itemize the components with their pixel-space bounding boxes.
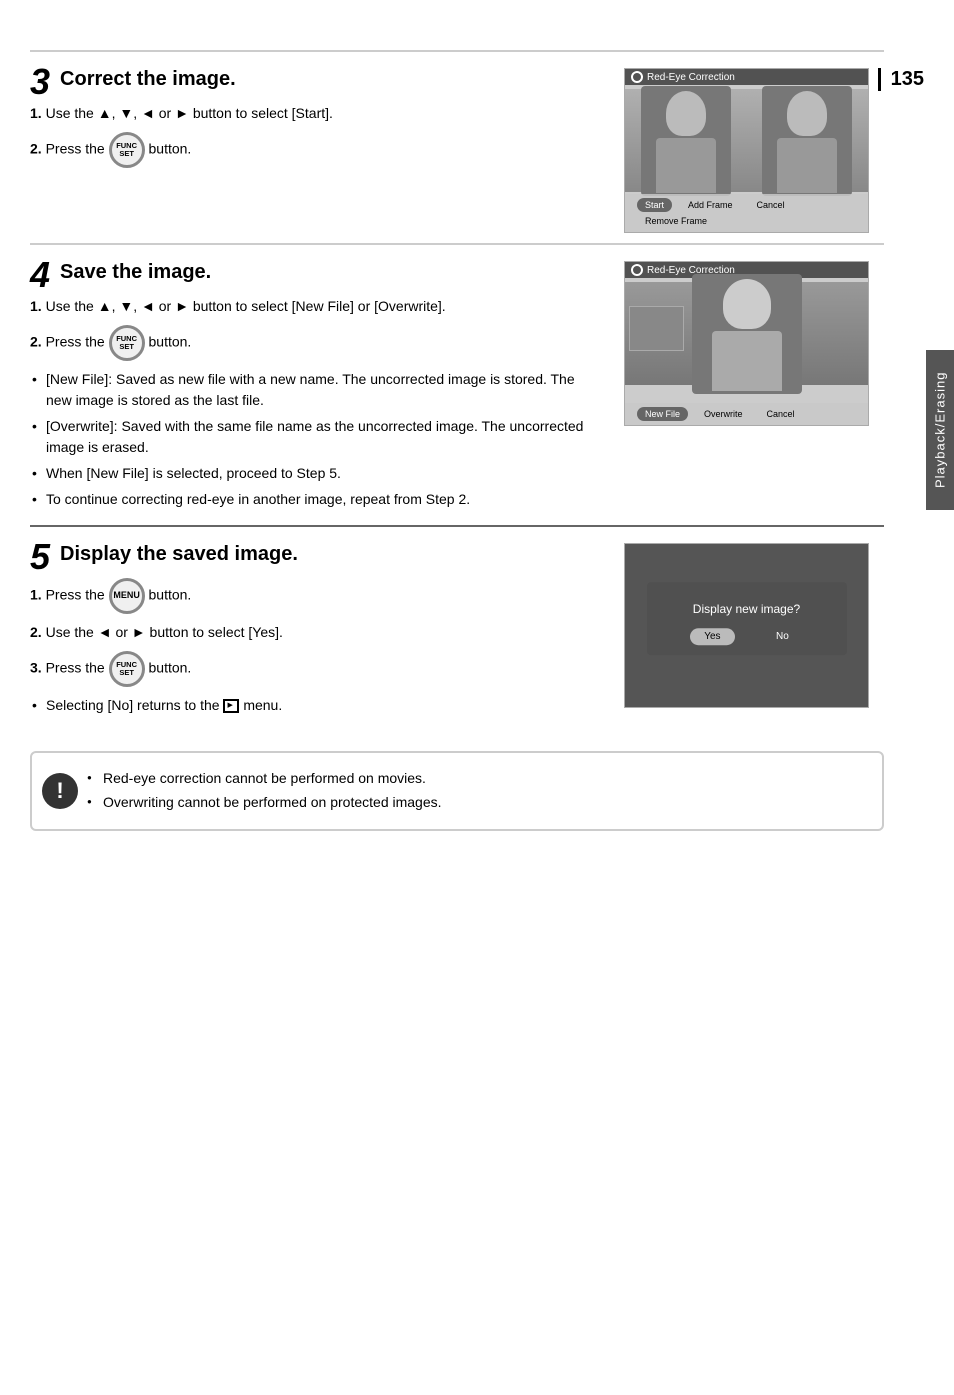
btn-add-frame: Add Frame — [680, 198, 741, 212]
step4-bullet3: When [New File] is selected, proceed to … — [30, 463, 604, 484]
btn-overwrite: Overwrite — [696, 407, 751, 421]
func-btn-inner-3: FUNC SET — [116, 661, 137, 678]
step3-left: 3 Correct the image. 1. Use the ▲, ▼, ◄ … — [30, 68, 624, 233]
or-label-2: or — [159, 298, 171, 314]
step5-content: 1. Press the MENU button. 2. Use the ◄ o… — [30, 578, 604, 716]
step4-photo-area — [625, 282, 868, 385]
step4-screen: Red-Eye Correction New File Overwrite Ca — [624, 261, 869, 426]
step4-title: Save the image. — [60, 261, 604, 284]
step4-thumb — [629, 306, 684, 351]
step4-content: 1. Use the ▲, ▼, ◄ or ► button to select… — [30, 296, 604, 510]
side-tab: Playback/Erasing — [926, 350, 954, 510]
step4-item1: 1. Use the ▲, ▼, ◄ or ► button to select… — [30, 296, 604, 317]
notice-box: ! Red-eye correction cannot be performed… — [30, 751, 884, 831]
func-set-button-3: FUNC SET — [109, 651, 145, 687]
step4-item1-num: 1. — [30, 298, 42, 314]
func-set-button-2: FUNC SET — [109, 325, 145, 361]
step3-item2: 2. Press the FUNC SET button. — [30, 132, 604, 168]
red-eye-icon-1 — [631, 71, 643, 83]
or-label-1: or — [159, 105, 171, 121]
step4-number: 4 — [30, 257, 50, 293]
btn-no: No — [762, 628, 803, 645]
step4-bullet1: [New File]: Saved as new file with a new… — [30, 369, 604, 411]
btn-cancel-1: Cancel — [749, 198, 793, 212]
step3-title: Correct the image. — [60, 68, 604, 91]
btn-cancel-2: Cancel — [759, 407, 803, 421]
btn-new-file: New File — [637, 407, 688, 421]
step3-right: Red-Eye Correction St — [624, 68, 884, 233]
step3-number: 3 — [30, 64, 50, 100]
step5-number: 5 — [30, 539, 50, 575]
menu-button: MENU — [109, 578, 145, 614]
step4-bullet2: [Overwrite]: Saved with the same file na… — [30, 416, 604, 458]
main-content: 3 Correct the image. 1. Use the ▲, ▼, ◄ … — [30, 50, 884, 831]
step3-screen-buttons: Start Add Frame Cancel Remove Frame — [625, 194, 868, 232]
notice-item-1: Red-eye correction cannot be performed o… — [87, 767, 862, 791]
step5-section: 5 Display the saved image. 1. Press the … — [30, 525, 884, 731]
step3-photo-area — [625, 89, 868, 192]
head-right-2 — [723, 279, 771, 329]
step4-screen-buttons: New File Overwrite Cancel — [625, 403, 868, 425]
red-eye-icon-2 — [631, 264, 643, 276]
func-set-button-1: FUNC SET — [109, 132, 145, 168]
head-left-1 — [666, 91, 706, 136]
body-left-1 — [656, 138, 716, 193]
body-right-1 — [777, 138, 837, 193]
step5-item3-num: 3. — [30, 660, 42, 676]
step5-item3: 3. Press the FUNC SET button. — [30, 651, 604, 687]
step4-left: 4 Save the image. 1. Use the ▲, ▼, ◄ or … — [30, 261, 624, 515]
func-btn-inner-1: FUNC SET — [116, 142, 137, 159]
step3-item1: 1. Use the ▲, ▼, ◄ or ► button to select… — [30, 103, 604, 124]
step5-item2-num: 2. — [30, 624, 42, 640]
step3-screen: Red-Eye Correction St — [624, 68, 869, 233]
step5-left: 5 Display the saved image. 1. Press the … — [30, 543, 624, 721]
step5-screen-buttons: Yes No — [677, 628, 817, 645]
step5-dialog: Display new image? Yes No — [647, 582, 847, 655]
notice-item-2: Overwriting cannot be performed on prote… — [87, 791, 862, 815]
step3-item2-num: 2. — [30, 141, 42, 157]
step4-section: 4 Save the image. 1. Use the ▲, ▼, ◄ or … — [30, 243, 884, 525]
person-left-1 — [641, 86, 731, 196]
step4-header: 4 Save the image. — [30, 261, 604, 284]
step3-item1-num: 1. — [30, 105, 42, 121]
body-right-2 — [712, 331, 782, 391]
playback-icon — [223, 699, 239, 713]
notice-icon: ! — [42, 773, 78, 809]
step4-right: Red-Eye Correction New File Overwrite Ca — [624, 261, 884, 515]
step4-item2-num: 2. — [30, 334, 42, 350]
btn-remove-frame: Remove Frame — [637, 214, 715, 228]
btn-start: Start — [637, 198, 672, 212]
step5-item2: 2. Use the ◄ or ► button to select [Yes]… — [30, 622, 604, 643]
or-label-3: or — [115, 624, 127, 640]
step3-screen-header: Red-Eye Correction — [625, 69, 868, 85]
page-number: 135 — [878, 68, 924, 91]
step5-item1: 1. Press the MENU button. — [30, 578, 604, 614]
step4-item2: 2. Press the FUNC SET button. — [30, 325, 604, 361]
step3-screen-title: Red-Eye Correction — [647, 72, 735, 83]
step4-bullet4: To continue correcting red-eye in anothe… — [30, 489, 604, 510]
step3-section: 3 Correct the image. 1. Use the ▲, ▼, ◄ … — [30, 50, 884, 243]
step5-bullet1: Selecting [No] returns to the menu. — [30, 695, 604, 716]
step3-header: 3 Correct the image. — [30, 68, 604, 91]
step5-dialog-text: Display new image? — [677, 602, 817, 616]
step5-item1-num: 1. — [30, 587, 42, 603]
step5-right: Display new image? Yes No — [624, 543, 884, 721]
person-right-2 — [692, 274, 802, 394]
head-right-1 — [787, 91, 827, 136]
btn-yes: Yes — [690, 628, 734, 645]
step3-content: 1. Use the ▲, ▼, ◄ or ► button to select… — [30, 103, 604, 168]
step5-header: 5 Display the saved image. — [30, 543, 604, 566]
func-btn-inner-2: FUNC SET — [116, 335, 137, 352]
step5-title: Display the saved image. — [60, 543, 604, 566]
step5-screen: Display new image? Yes No — [624, 543, 869, 708]
person-right-1 — [762, 86, 852, 196]
page-container: 135 Playback/Erasing 3 Correct the image… — [0, 50, 954, 1395]
